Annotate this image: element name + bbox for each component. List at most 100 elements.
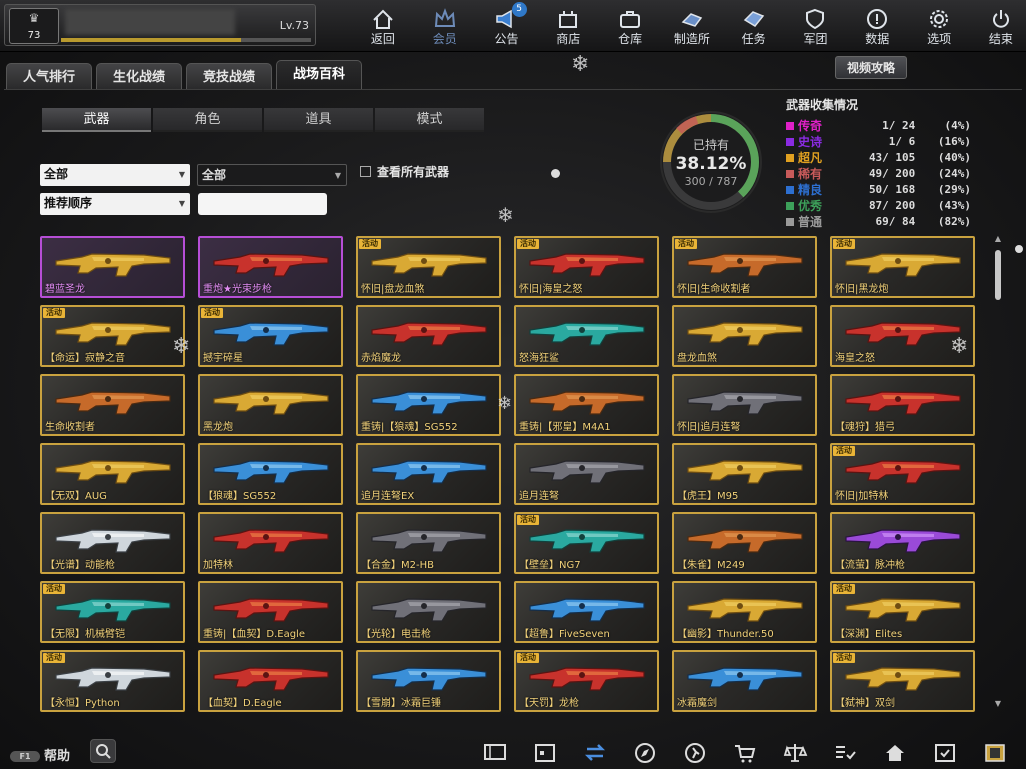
rarity-name: 超凡: [797, 151, 822, 165]
checklist-button[interactable]: [820, 739, 870, 767]
video-guide-button[interactable]: 视频攻略: [835, 56, 907, 79]
weapon-card[interactable]: 盘龙血煞: [672, 305, 817, 367]
checkbox[interactable]: [360, 166, 371, 177]
nav-briefcase[interactable]: 仓库: [599, 0, 661, 50]
cart-button[interactable]: [720, 739, 770, 767]
subtab-1[interactable]: 角色: [153, 108, 262, 132]
weapon-card[interactable]: 【超鲁】FiveSeven: [514, 581, 659, 643]
weapon-card[interactable]: 加特林: [198, 512, 343, 574]
weapon-card[interactable]: 【雪崩】冰霜巨锤: [356, 650, 501, 712]
weapon-card[interactable]: 活动 怀旧|生命收割者: [672, 236, 817, 298]
subtab-2[interactable]: 道具: [264, 108, 373, 132]
weapon-name: 赤焰魔龙: [361, 353, 401, 364]
weapon-card[interactable]: 生命收割者: [40, 374, 185, 436]
weapon-card[interactable]: 活动 【命运】寂静之音: [40, 305, 185, 367]
weapon-card[interactable]: 追月连弩EX: [356, 443, 501, 505]
weapon-card[interactable]: 【血契】D.Eagle: [198, 650, 343, 712]
help-search-button[interactable]: [90, 739, 116, 763]
nav-task[interactable]: 任务: [723, 0, 785, 50]
weapon-card[interactable]: 怒海狂鲨: [514, 305, 659, 367]
compass-button[interactable]: [620, 739, 670, 767]
runner-button[interactable]: [670, 739, 720, 767]
scroll-up-icon[interactable]: ▲: [993, 234, 1003, 243]
nav-gear[interactable]: 选项: [908, 0, 970, 50]
weapon-card[interactable]: 怀旧|追月连弩: [672, 374, 817, 436]
weapon-card[interactable]: 【狼魂】SG552: [198, 443, 343, 505]
weapon-card[interactable]: 重铸|【邪皇】M4A1: [514, 374, 659, 436]
weapon-card[interactable]: 活动 【永恒】Python: [40, 650, 185, 712]
weapon-card[interactable]: 【光轮】电击枪: [356, 581, 501, 643]
weapon-name: 【超鲁】FiveSeven: [519, 629, 610, 640]
weapon-card[interactable]: 【幽影】Thunder.50: [672, 581, 817, 643]
weapon-category-select[interactable]: 全部 ▼: [197, 164, 347, 186]
sort-order-select[interactable]: 推荐顺序 ▼: [40, 193, 190, 215]
weapon-image: [371, 529, 487, 553]
tab-3[interactable]: 战场百科: [276, 60, 363, 89]
weapon-card[interactable]: 【流萤】脉冲枪: [830, 512, 975, 574]
weapon-card[interactable]: 【朱雀】M249: [672, 512, 817, 574]
weapon-card[interactable]: 碧蓝圣龙: [40, 236, 185, 298]
scale-button[interactable]: [770, 739, 820, 767]
player-profile[interactable]: ♛ 73 Lv.73: [4, 4, 316, 46]
weapon-card[interactable]: 重铸|【狼魂】SG552: [356, 374, 501, 436]
weapon-name: 【壁垒】NG7: [519, 560, 581, 571]
nav-forge[interactable]: 制造所: [661, 0, 723, 50]
help-link[interactable]: F1 帮助: [10, 745, 70, 764]
weapon-card[interactable]: 【无双】AUG: [40, 443, 185, 505]
weapon-card[interactable]: 【光谱】动能枪: [40, 512, 185, 574]
nav-shield[interactable]: 军团: [785, 0, 847, 50]
rarity-count: 49/ 200: [868, 167, 916, 180]
cart-icon: [735, 745, 756, 763]
weapon-card[interactable]: 赤焰魔龙: [356, 305, 501, 367]
nav-shop[interactable]: 商店: [537, 0, 599, 50]
weapon-grid-scrollbar[interactable]: ▲ ▼: [993, 234, 1003, 708]
show-all-weapons-toggle[interactable]: 查看所有武器: [360, 163, 449, 180]
weapon-card[interactable]: 活动 【天罚】龙枪: [514, 650, 659, 712]
subtab-3[interactable]: 模式: [375, 108, 484, 132]
ticket-button[interactable]: [470, 739, 520, 767]
weapon-card[interactable]: 活动 怀旧|加特林: [830, 443, 975, 505]
weapon-card[interactable]: 活动 【无限】机械臂铠: [40, 581, 185, 643]
search-icon: [96, 744, 111, 759]
weapon-card[interactable]: 活动 【弑神】双剑: [830, 650, 975, 712]
weapon-image: [687, 322, 803, 346]
house-button[interactable]: [870, 739, 920, 767]
tab-0[interactable]: 人气排行: [6, 63, 93, 89]
weapon-card[interactable]: 【合金】M2-HB: [356, 512, 501, 574]
weapon-card[interactable]: 活动 【壁垒】NG7: [514, 512, 659, 574]
calendar-button[interactable]: [520, 739, 570, 767]
weapon-card[interactable]: 活动 怀旧|海皇之怒: [514, 236, 659, 298]
weapon-card[interactable]: 活动 怀旧|黑龙炮: [830, 236, 975, 298]
weapon-card[interactable]: 活动 怀旧|盘龙血煞: [356, 236, 501, 298]
nav-info[interactable]: 数据: [846, 0, 908, 50]
swap-button[interactable]: [570, 739, 620, 767]
calendar-check-button[interactable]: [920, 739, 970, 767]
weapon-card[interactable]: 黑龙炮: [198, 374, 343, 436]
subtab-0[interactable]: 武器: [42, 108, 151, 132]
weapon-card[interactable]: 【魂狩】猎弓: [830, 374, 975, 436]
scroll-thumb[interactable]: [995, 250, 1001, 300]
weapon-card[interactable]: 活动 【深渊】Elites: [830, 581, 975, 643]
weapon-type-select[interactable]: 全部 ▼: [40, 164, 190, 186]
weapon-card[interactable]: 重炮★光束步枪: [198, 236, 343, 298]
weapon-image: [687, 529, 803, 553]
weapon-card[interactable]: 【虎王】M95: [672, 443, 817, 505]
swap-icon: [584, 744, 606, 761]
nav-power[interactable]: 结束: [970, 0, 1026, 50]
weapon-card[interactable]: 追月连弩: [514, 443, 659, 505]
weapon-image: [845, 322, 961, 346]
weapon-image: [529, 598, 645, 622]
nav-crown[interactable]: 会员: [414, 0, 476, 50]
film-button[interactable]: [970, 739, 1020, 767]
nav-megaphone[interactable]: 公告 5: [476, 0, 538, 50]
weapon-card[interactable]: 活动 撼宇碎星: [198, 305, 343, 367]
weapon-search-input[interactable]: [198, 193, 327, 215]
top-bar: ♛ 73 Lv.73 返回 会员 公告 5 商店 仓库 制造所 任务 军团 数据 选项 结束: [0, 0, 1026, 52]
weapon-card[interactable]: 重铸|【血契】D.Eagle: [198, 581, 343, 643]
weapon-card[interactable]: 冰霜魔剑: [672, 650, 817, 712]
tab-2[interactable]: 竞技战绩: [186, 63, 273, 89]
nav-home[interactable]: 返回: [352, 0, 414, 50]
scroll-down-icon[interactable]: ▼: [993, 699, 1003, 708]
tab-1[interactable]: 生化战绩: [96, 63, 183, 89]
weapon-name: 【幽影】Thunder.50: [677, 629, 774, 640]
